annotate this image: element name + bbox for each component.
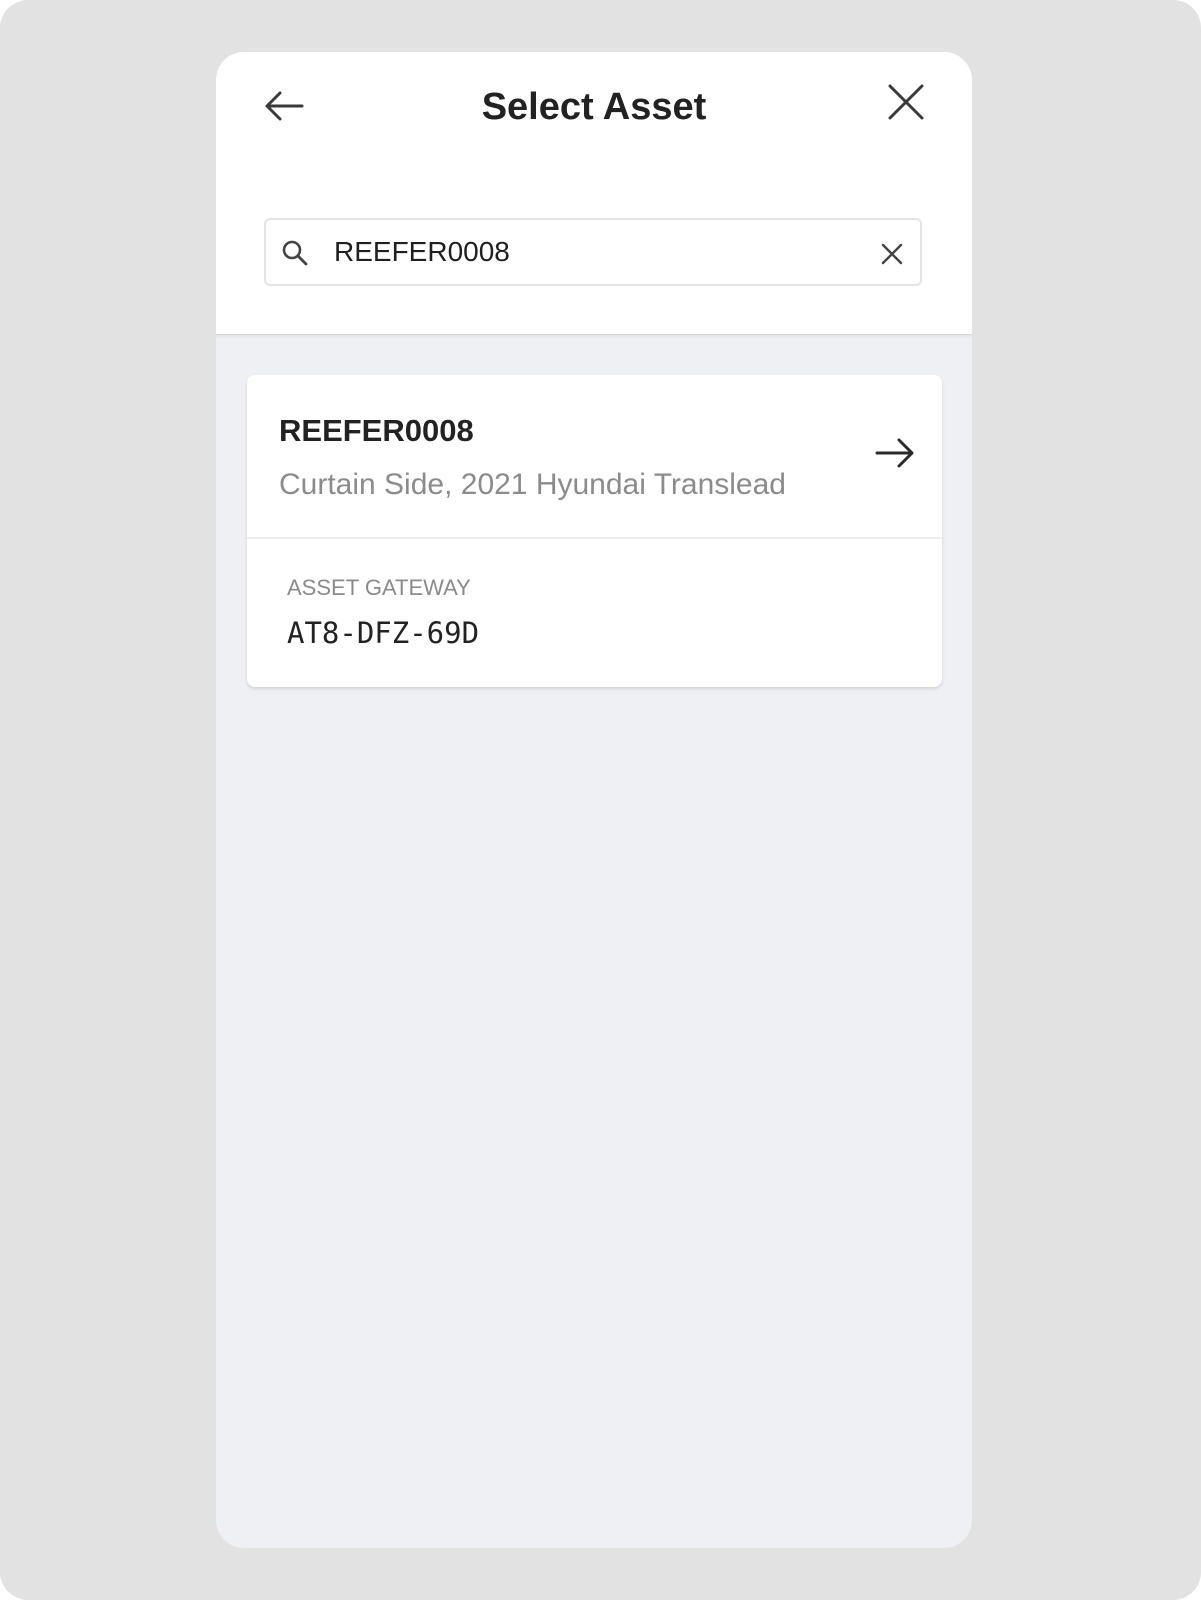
asset-gateway-value: AT8-DFZ-69D xyxy=(287,616,480,650)
search-icon xyxy=(282,240,308,266)
asset-gateway-label: ASSET GATEWAY xyxy=(287,575,471,600)
divider xyxy=(247,537,942,539)
dialog-header: Select Asset xyxy=(216,52,972,335)
select-asset-dialog: Select Asset REEFER0008 REEFER0008 Curta… xyxy=(216,52,972,1548)
clear-icon xyxy=(881,243,903,265)
close-icon xyxy=(888,84,924,120)
close-button[interactable] xyxy=(882,78,930,126)
screen-backdrop: Select Asset REEFER0008 REEFER0008 Curta… xyxy=(0,0,1201,1600)
asset-result-card: REEFER0008 Curtain Side, 2021 Hyundai Tr… xyxy=(247,375,942,687)
asset-result-row[interactable]: REEFER0008 Curtain Side, 2021 Hyundai Tr… xyxy=(247,375,942,537)
clear-search-button[interactable] xyxy=(878,240,906,268)
search-input[interactable] xyxy=(334,232,834,272)
search-field[interactable] xyxy=(264,218,922,286)
arrow-right-icon[interactable] xyxy=(871,429,919,477)
asset-description: Curtain Side, 2021 Hyundai Translead xyxy=(279,468,786,501)
asset-name: REEFER0008 xyxy=(279,413,474,448)
page-title: Select Asset xyxy=(481,86,707,128)
